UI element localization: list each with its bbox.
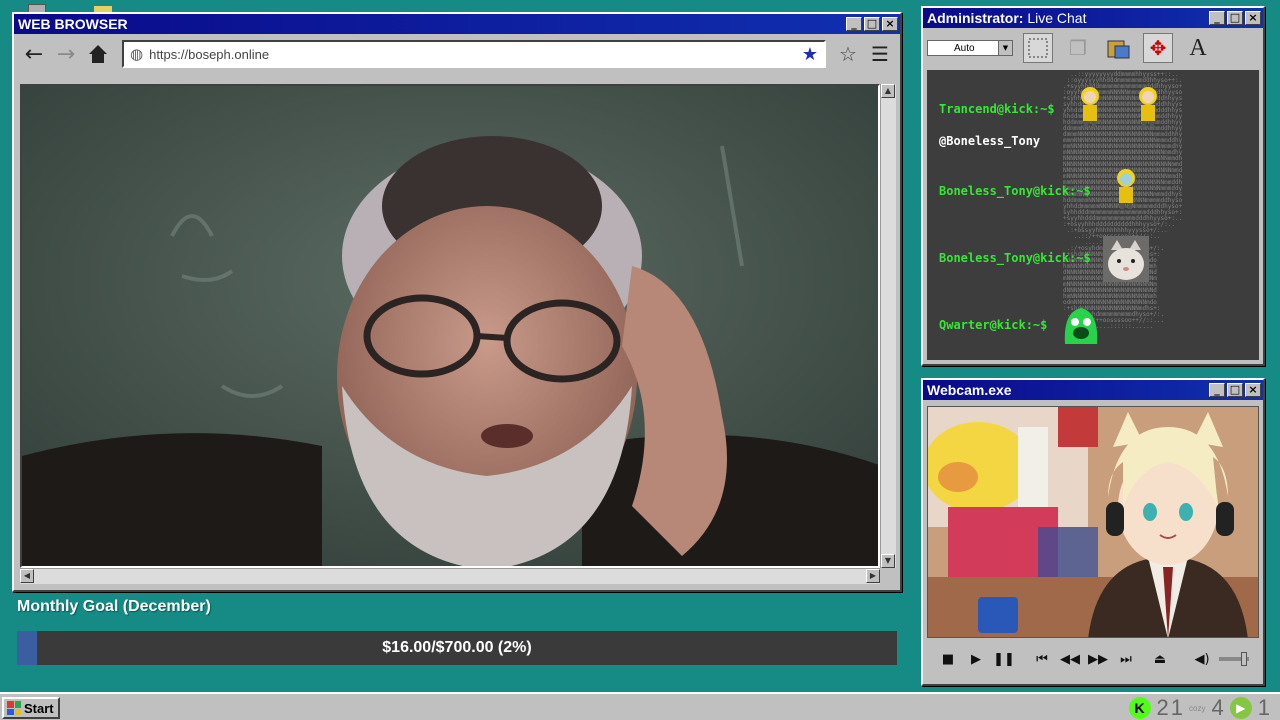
chat-message-user[interactable]: Trancend@kick:~$ (939, 102, 1055, 116)
chat-message-user[interactable]: Boneless_Tony@kick:~$ (939, 251, 1091, 265)
url-text[interactable]: https://boseph.online (149, 47, 796, 62)
forward-arrow-icon[interactable]: → (52, 40, 80, 68)
web-browser-window: WEB BROWSER _ □ × ← → ◍ https://boseph.o… (12, 12, 902, 592)
volume-slider-handle[interactable] (1241, 652, 1247, 666)
select-rect-icon[interactable] (1023, 33, 1053, 63)
chat-title-suffix: Live Chat (1023, 10, 1087, 26)
yellow-raincoat-emote (1117, 169, 1135, 209)
home-icon[interactable] (84, 40, 112, 68)
chevron-down-icon[interactable]: ▼ (998, 41, 1012, 55)
scroll-up-arrow-icon[interactable]: ▲ (881, 84, 895, 98)
chat-messages[interactable]: ..::yyyyyyyyddmmmmhhyyss++::.. ::oyyyyyy… (927, 70, 1259, 360)
cozy-logo-icon[interactable]: cozy (1189, 704, 1205, 713)
scroll-left-arrow-icon[interactable]: ◀ (20, 569, 34, 583)
volume-slider[interactable] (1219, 652, 1249, 666)
minimize-button[interactable]: _ (1209, 11, 1225, 25)
close-button[interactable]: × (1245, 11, 1261, 25)
webcam-titlebar[interactable]: Webcam.exe _ □ × (923, 380, 1263, 400)
webcam-window: Webcam.exe _ □ × ■ ▶ ❚❚ ⏮ ◀◀ ▶▶ ⏭ ⏏ ◀) (921, 378, 1265, 686)
anime-avatar-image (928, 407, 1258, 637)
maximize-button[interactable]: □ (864, 17, 880, 31)
eject-icon[interactable]: ⏏ (1149, 649, 1171, 669)
taskbar: Start K 2 1 cozy 4 ▶ 1 (0, 692, 1280, 720)
cozy-viewer-count: 4 (1211, 695, 1224, 720)
goal-title: Monthly Goal (December) (17, 598, 211, 615)
video-viewport[interactable] (20, 84, 880, 568)
close-button[interactable]: × (882, 17, 898, 31)
skip-back-icon[interactable]: ⏮ (1031, 649, 1053, 669)
scroll-down-arrow-icon[interactable]: ▼ (881, 554, 895, 568)
windows-logo-icon (7, 701, 21, 715)
yellow-raincoat-emote (1139, 87, 1157, 127)
back-arrow-icon[interactable]: ← (20, 40, 48, 68)
webcam-feed (927, 406, 1259, 638)
browser-titlebar[interactable]: WEB BROWSER _ □ × (14, 14, 900, 34)
chat-message-text: @Boneless_Tony (939, 134, 1041, 148)
chat-titlebar[interactable]: Administrator: Live Chat _ □ × (923, 8, 1263, 28)
maximize-button[interactable]: □ (1227, 11, 1243, 25)
pause-icon[interactable]: ❚❚ (993, 649, 1015, 669)
bookmark-star-filled-icon[interactable]: ★ (802, 44, 818, 65)
browser-navbar: ← → ◍ https://boseph.online ★ ☆ ☰ (14, 34, 900, 74)
media-controls: ■ ▶ ❚❚ ⏮ ◀◀ ▶▶ ⏭ ⏏ ◀) (927, 644, 1259, 674)
vertical-scrollbar[interactable]: ▲ ▼ (880, 84, 896, 568)
zoom-select[interactable]: Auto ▼ (927, 40, 1013, 56)
globe-icon: ◍ (130, 45, 144, 63)
kick-viewer-count: 2 (1156, 695, 1169, 720)
move-icon[interactable]: ✥ (1143, 33, 1173, 63)
browser-title: WEB BROWSER (18, 16, 128, 32)
bookmark-star-outline-icon[interactable]: ☆ (834, 40, 862, 68)
paste-icon[interactable] (1103, 33, 1133, 63)
green-blob-emote (1064, 308, 1098, 344)
goal-progress-text: $16.00/$700.00 (2%) (382, 639, 532, 656)
copy-icon[interactable]: ❐ (1063, 33, 1093, 63)
zoom-select-value: Auto (954, 42, 975, 54)
minimize-button[interactable]: _ (1209, 383, 1225, 397)
horizontal-scrollbar[interactable]: ◀ ▶ (20, 568, 880, 584)
chat-toolbar: Auto ▼ ❐ ✥ A (923, 28, 1263, 68)
chat-title-prefix: Administrator: (927, 10, 1024, 26)
cat-emote (1103, 236, 1149, 282)
video-frame (22, 86, 878, 566)
maximize-button[interactable]: □ (1227, 383, 1243, 397)
yellow-raincoat-emote (1081, 87, 1099, 127)
system-tray: K 2 1 cozy 4 ▶ 1 (1128, 695, 1270, 720)
play-icon[interactable]: ▶ (965, 649, 987, 669)
menu-icon[interactable]: ☰ (866, 40, 894, 68)
rumble-viewer-count: 1 (1257, 695, 1270, 720)
text-tool-icon[interactable]: A (1183, 33, 1213, 63)
kick-second-count: 1 (1170, 695, 1184, 720)
rewind-icon[interactable]: ◀◀ (1059, 649, 1081, 669)
start-label: Start (24, 700, 54, 716)
skip-forward-icon[interactable]: ⏭ (1115, 649, 1137, 669)
chat-message-user[interactable]: Qwarter@kick:~$ (939, 318, 1047, 332)
address-bar[interactable]: ◍ https://boseph.online ★ (122, 40, 826, 68)
goal-progress-bar: $16.00/$700.00 (2%) (17, 631, 897, 665)
close-button[interactable]: × (1245, 383, 1261, 397)
minimize-button[interactable]: _ (846, 17, 862, 31)
start-button[interactable]: Start (2, 697, 60, 719)
rumble-logo-icon[interactable]: ▶ (1229, 697, 1252, 719)
volume-icon[interactable]: ◀) (1191, 649, 1213, 669)
live-chat-window: Administrator: Live Chat _ □ × Auto ▼ ❐ … (921, 6, 1265, 366)
stop-icon[interactable]: ■ (937, 649, 959, 669)
fast-forward-icon[interactable]: ▶▶ (1087, 649, 1109, 669)
webcam-title: Webcam.exe (927, 382, 1012, 398)
chat-message-user[interactable]: Boneless_Tony@kick:~$ (939, 184, 1091, 198)
scroll-right-arrow-icon[interactable]: ▶ (866, 569, 880, 583)
kick-logo-icon[interactable]: K (1128, 697, 1151, 719)
